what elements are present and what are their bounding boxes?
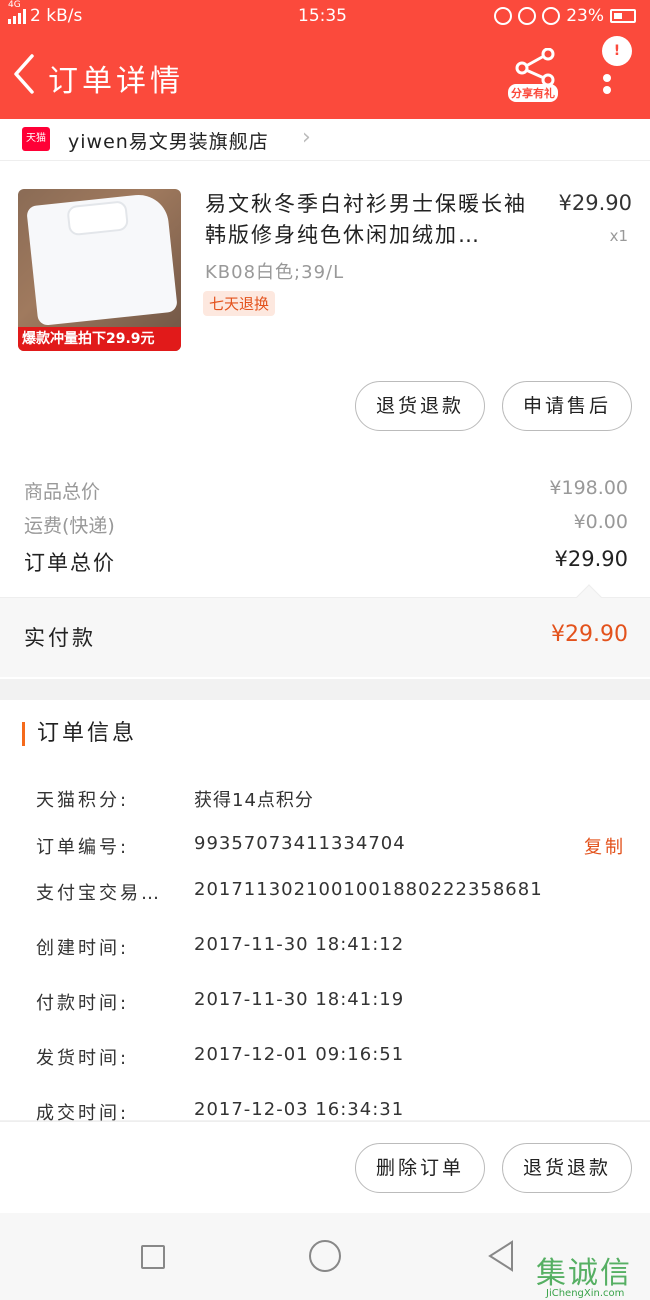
more-menu-button[interactable]: ! [598,36,634,104]
goods-total-value: ¥198.00 [549,477,628,499]
shirt-image [26,192,178,326]
lock-rotation-icon [518,7,537,25]
paid-value: ¥29.90 [551,622,628,647]
refund-button[interactable]: 退货退款 [355,381,485,431]
order-total-label: 订单总价 [24,551,116,575]
product-title[interactable]: 易文秋冬季白衬衫男士保暖长袖韩版修身纯色休闲加绒加… [205,189,530,251]
refund-button-bottom[interactable]: 退货退款 [502,1143,632,1193]
product-image[interactable]: 爆款冲量拍下29.9元 [18,189,181,351]
nav-bar: 订单详情 分享有礼 ! [0,36,650,108]
bottom-action-bar: 删除订单 退货退款 [0,1121,650,1213]
info-label: 付款时间: [36,993,130,1014]
info-value: 2017-11-30 18:41:19 [194,989,405,1010]
info-label: 创建时间: [36,938,130,959]
signal-icon [8,8,26,24]
back-nav-button[interactable] [486,1240,516,1272]
app-header: 4G 2 kB/s 15:35 23% 订单详情 分享有礼 ! [0,0,650,119]
watermark: 集诚信 JiChengXin.com [532,1248,650,1300]
info-label: 订单编号: [36,837,130,858]
after-sale-button[interactable]: 申请售后 [502,381,632,431]
copy-order-number-button[interactable]: 复制 [584,833,626,859]
more-dot-icon [603,74,611,82]
chevron-left-icon [14,54,34,94]
info-value: 2017-12-03 16:34:31 [194,1099,405,1120]
shipping-label: 运费(快递) [24,515,115,537]
watermark-url: JiChengXin.com [546,1288,625,1299]
shop-row[interactable]: 天猫 yiwen易文男装旗舰店 › [0,119,650,161]
info-label: 支付宝交易… [36,883,162,904]
product-sku: KB08白色;39/L [205,262,345,283]
network-speed: 2 kB/s [30,6,83,26]
shop-name: yiwen易文男装旗舰店 [68,131,269,153]
product-price: ¥29.90 [558,191,632,215]
shipping-value: ¥0.00 [573,511,628,533]
info-value: 2017113021001001880222358681 [194,879,543,900]
battery-percent: 23% [566,6,604,26]
status-bar: 4G 2 kB/s 15:35 23% [0,0,650,34]
info-value: 2017-11-30 18:41:12 [194,934,405,955]
alarm-icon [542,7,561,25]
home-button[interactable] [309,1240,341,1272]
clock: 15:35 [298,6,347,26]
more-dot-icon [603,86,611,94]
back-button[interactable] [10,52,38,96]
goods-total-label: 商品总价 [24,481,101,503]
info-value: 2017-12-01 09:16:51 [194,1044,405,1065]
order-info-title: 订单信息 [22,722,137,746]
delete-order-button[interactable]: 删除订单 [355,1143,485,1193]
watermark-text: 集诚信 [536,1256,632,1291]
order-item-card: 天猫 yiwen易文男装旗舰店 › 爆款冲量拍下29.9元 易文秋冬季白衬衫男士… [0,119,650,679]
share-icon [515,47,555,87]
info-label: 天猫积分: [36,790,130,811]
info-value: 99357073411334704 [194,833,406,854]
battery-icon [610,9,636,23]
order-info-card: 订单信息 天猫积分: 获得14点积分 订单编号: 993570734113347… [0,700,650,1124]
image-promo-banner: 爆款冲量拍下29.9元 [18,327,181,351]
notification-badge: ! [602,36,632,66]
return-policy-tag: 七天退换 [203,291,276,316]
paid-amount-box: 实付款 ¥29.90 [0,584,650,677]
info-value: 获得14点积分 [194,790,314,811]
recents-button[interactable] [141,1245,165,1269]
product-quantity: x1 [609,227,628,245]
paid-label: 实付款 [24,626,96,650]
share-label[interactable]: 分享有礼 [508,84,558,102]
chevron-right-icon: › [302,125,311,150]
info-label: 发货时间: [36,1048,130,1069]
tmall-badge: 天猫 [22,127,50,151]
page-title: 订单详情 [48,64,184,99]
mute-icon [494,7,513,25]
order-total-value: ¥29.90 [554,547,628,571]
